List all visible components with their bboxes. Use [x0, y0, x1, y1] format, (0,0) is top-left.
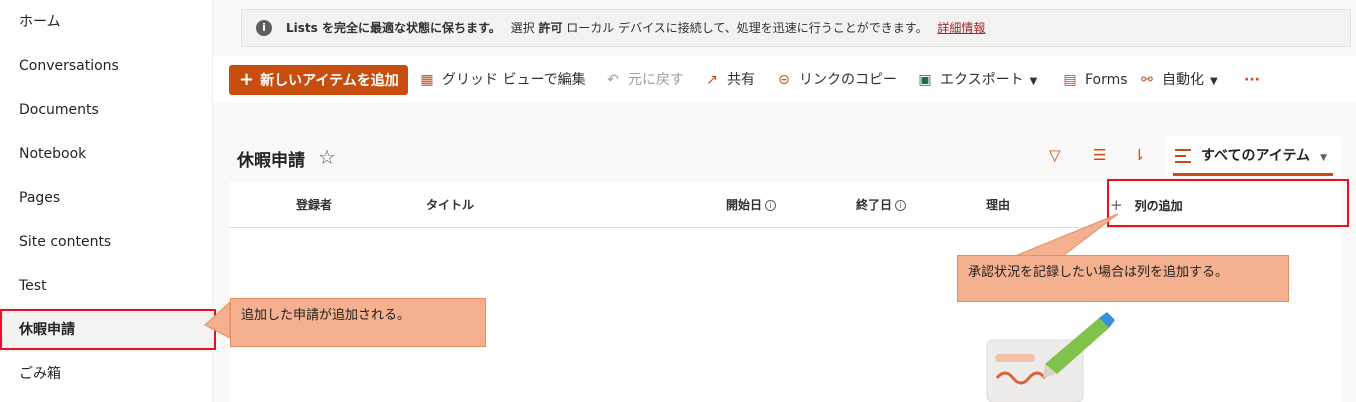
- callout-column-note: 承認状況を記録したい場合は列を追加する。: [957, 255, 1289, 302]
- callout-pointers: [204, 213, 1119, 339]
- callout-sidebar-note: 追加した申請が追加される。: [230, 298, 486, 347]
